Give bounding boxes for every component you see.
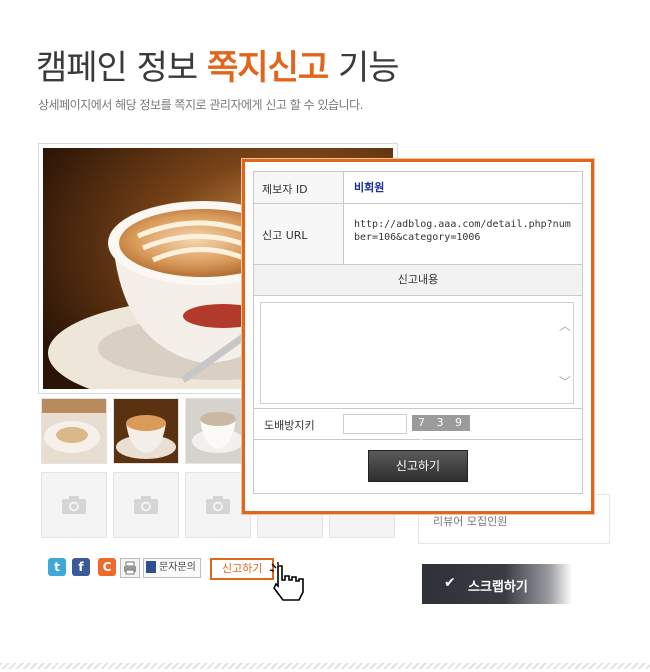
print-glyph <box>124 561 136 575</box>
url-label: 신고 URL <box>262 229 308 242</box>
report-button[interactable]: 신고하기 <box>210 558 275 580</box>
bottom-divider <box>0 663 650 669</box>
thumbnail-3-image <box>186 399 250 463</box>
check-icon: ✔ <box>444 575 456 591</box>
reporter-label: 제보자 ID <box>262 183 308 196</box>
report-content-textarea[interactable]: ︿ ﹀ <box>260 302 574 404</box>
page-subtitle: 상세페이지에서 해당 정보를 쪽지로 관리자에게 신고 할 수 있습니다. <box>38 98 363 112</box>
reporter-label-cell: 제보자 ID <box>254 172 344 203</box>
page-title: 캠페인 정보 쪽지신고 기능 <box>36 40 400 89</box>
url-value-cell: http://adblog.aaa.com/detail.php?number=… <box>344 204 582 264</box>
message-inquiry-button[interactable]: 문자문의 <box>143 558 201 578</box>
captcha-input[interactable] <box>343 414 407 434</box>
scrap-button[interactable]: ✔ 스크랩하기 <box>422 564 572 604</box>
thumbnail-2[interactable] <box>113 398 179 464</box>
content-header: 신고내용 <box>254 265 582 296</box>
thumbnail-placeholder-1 <box>41 472 107 538</box>
report-submit-button[interactable]: 신고하기 <box>368 450 468 482</box>
reporter-row: 제보자 ID 비회원 <box>254 172 582 204</box>
scroll-down-icon[interactable]: ﹀ <box>559 373 571 390</box>
reviewer-recruit-label: 리뷰어 모집인원 <box>433 515 508 528</box>
url-label-cell: 신고 URL <box>254 204 344 264</box>
title-highlight: 쪽지신고 <box>207 48 329 88</box>
thumbnail-1[interactable] <box>41 398 107 464</box>
document-icon <box>146 561 156 573</box>
textarea-scrollbar[interactable]: ︿ ﹀ <box>557 303 573 403</box>
message-inquiry-label: 문자문의 <box>159 562 196 573</box>
camera-icon <box>62 496 86 514</box>
url-row: 신고 URL http://adblog.aaa.com/detail.php?… <box>254 204 582 265</box>
captcha-code: 7 3 9 2 <box>412 415 470 445</box>
reporter-id-value: 비회원 <box>354 181 385 194</box>
thumbnail-placeholder-2 <box>113 472 179 538</box>
captcha-label: 도배방지키 <box>264 419 315 432</box>
reporter-value-cell: 비회원 <box>344 172 582 203</box>
report-popup: 제보자 ID 비회원 신고 URL http://adblog.aaa.com/… <box>242 159 594 514</box>
scrap-label: 스크랩하기 <box>468 580 528 595</box>
print-icon[interactable] <box>120 558 140 578</box>
camera-icon <box>206 496 230 514</box>
title-part2: 기능 <box>328 48 400 88</box>
content-row: ︿ ﹀ <box>254 296 582 409</box>
scroll-up-icon[interactable]: ︿ <box>559 317 571 334</box>
twitter-icon[interactable]: t <box>48 558 66 576</box>
camera-icon <box>134 496 158 514</box>
submit-row: 신고하기 <box>254 440 582 492</box>
thumbnail-1-image <box>42 399 106 463</box>
facebook-icon[interactable]: f <box>72 558 90 576</box>
c-icon[interactable]: C <box>98 558 116 576</box>
title-part1: 캠페인 정보 <box>36 48 208 88</box>
captcha-row: 도배방지키 7 3 9 2 <box>254 409 582 445</box>
url-value: http://adblog.aaa.com/detail.php?number=… <box>354 219 571 243</box>
hand-cursor-icon <box>268 562 310 608</box>
report-form: 제보자 ID 비회원 신고 URL http://adblog.aaa.com/… <box>253 171 583 494</box>
thumbnail-2-image <box>114 399 178 463</box>
